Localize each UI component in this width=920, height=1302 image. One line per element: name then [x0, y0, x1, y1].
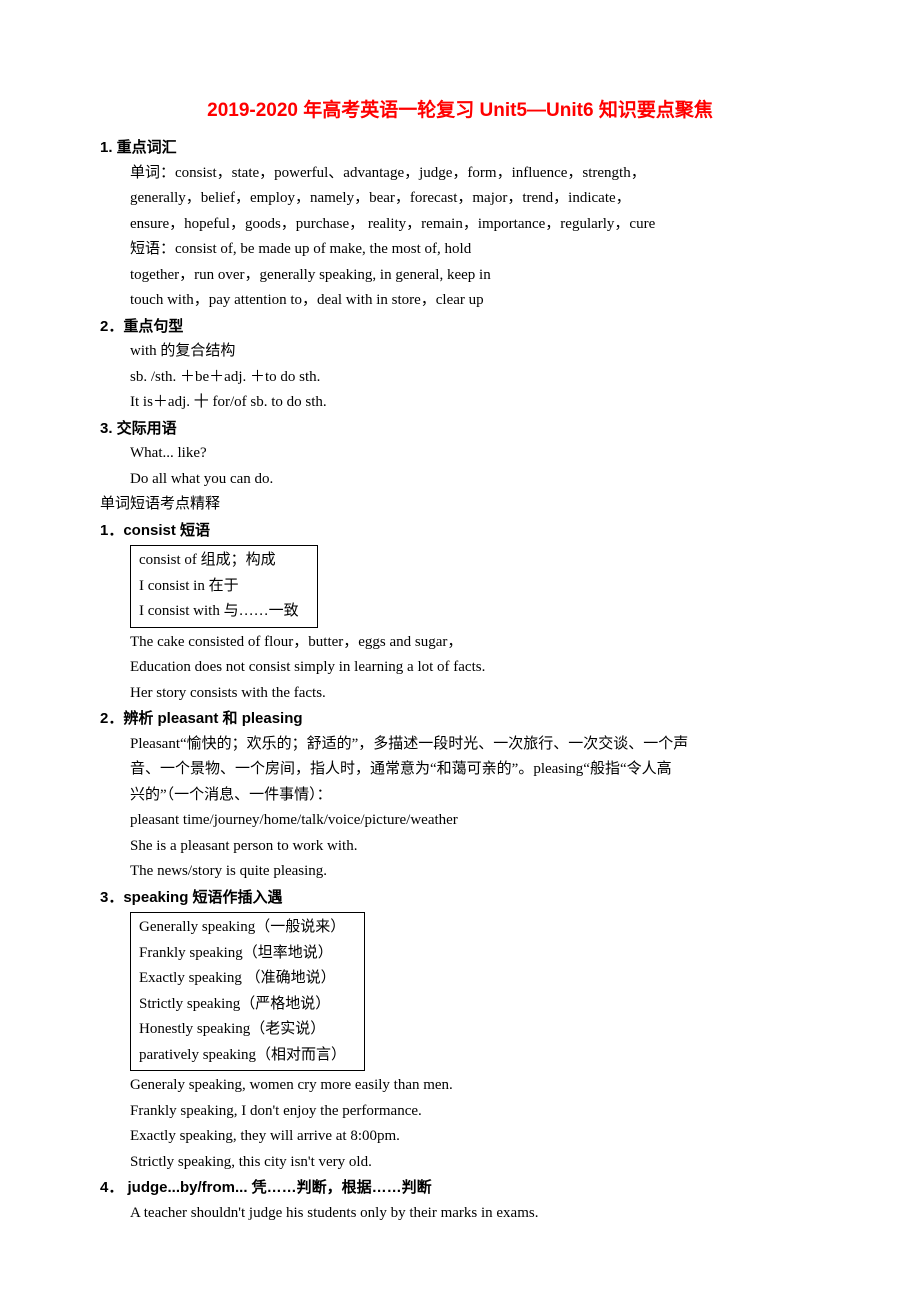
example-line: The cake consisted of flour，butter，eggs … [100, 630, 820, 656]
vocab-line: 单词：consist，state，powerful、advantage，judg… [100, 161, 820, 187]
sentence-line: with 的复合结构 [100, 339, 820, 365]
pleasant-line: 音、一个景物、一个房间，指人时，通常意为“和蔼可亲的”。pleasing“般指“… [100, 757, 820, 783]
example-line: Generaly speaking, women cry more easily… [100, 1073, 820, 1099]
sentence-line: It is＋adj. 十 for/of sb. to do sth. [100, 390, 820, 416]
box-speaking: Generally speaking（一般说来） Frankly speakin… [130, 912, 365, 1071]
heading-pleasant: 2．辨析 pleasant 和 pleasing [100, 706, 820, 732]
example-line: Exactly speaking, they will arrive at 8:… [100, 1124, 820, 1150]
comm-line: What... like? [100, 441, 820, 467]
pleasant-line: 兴的”（一个消息、一件事情）： [100, 783, 820, 809]
box-line: paratively speaking（相对而言） [139, 1043, 346, 1069]
example-line: Frankly speaking, I don't enjoy the perf… [100, 1099, 820, 1125]
vocab-line: 短语：consist of, be made up of make, the m… [100, 237, 820, 263]
box-consist: consist of 组成；构成 I consist in 在于 I consi… [130, 545, 318, 628]
sub-heading: 单词短语考点精释 [100, 492, 820, 518]
pleasant-line: The news/story is quite pleasing. [100, 859, 820, 885]
box-line: Strictly speaking（严格地说） [139, 992, 346, 1018]
pleasant-line: Pleasant“愉快的；欢乐的；舒适的”，多描述一段时光、一次旅行、一次交谈、… [100, 732, 820, 758]
heading-speaking: 3．speaking 短语作插入遇 [100, 885, 820, 911]
sentence-line: sb. /sth. ＋be＋adj. ＋to do sth. [100, 365, 820, 391]
vocab-line: ensure，hopeful，goods，purchase， reality，r… [100, 212, 820, 238]
box-line: Generally speaking（一般说来） [139, 915, 346, 941]
page-title: 2019-2020 年高考英语一轮复习 Unit5—Unit6 知识要点聚焦 [100, 95, 820, 127]
page: 2019-2020 年高考英语一轮复习 Unit5—Unit6 知识要点聚焦 1… [0, 0, 920, 1302]
box-line: consist of 组成；构成 [139, 548, 299, 574]
vocab-line: touch with，pay attention to，deal with in… [100, 288, 820, 314]
heading-judge: 4． judge...by/from... 凭……判断，根据……判断 [100, 1175, 820, 1201]
heading-comm: 3. 交际用语 [100, 416, 820, 442]
heading-sentence: 2．重点句型 [100, 314, 820, 340]
example-line: A teacher shouldn't judge his students o… [100, 1201, 820, 1227]
vocab-line: together，run over，generally speaking, in… [100, 263, 820, 289]
example-line: Education does not consist simply in lea… [100, 655, 820, 681]
vocab-line: generally，belief，employ，namely，bear，fore… [100, 186, 820, 212]
example-line: Strictly speaking, this city isn't very … [100, 1150, 820, 1176]
pleasant-line: pleasant time/journey/home/talk/voice/pi… [100, 808, 820, 834]
box-line: Frankly speaking（坦率地说） [139, 941, 346, 967]
heading-consist: 1．consist 短语 [100, 518, 820, 544]
box-line: I consist with 与……一致 [139, 599, 299, 625]
comm-line: Do all what you can do. [100, 467, 820, 493]
heading-vocab: 1. 重点词汇 [100, 135, 820, 161]
box-line: I consist in 在于 [139, 574, 299, 600]
box-line: Exactly speaking （准确地说） [139, 966, 346, 992]
box-line: Honestly speaking（老实说） [139, 1017, 346, 1043]
example-line: Her story consists with the facts. [100, 681, 820, 707]
pleasant-line: She is a pleasant person to work with. [100, 834, 820, 860]
